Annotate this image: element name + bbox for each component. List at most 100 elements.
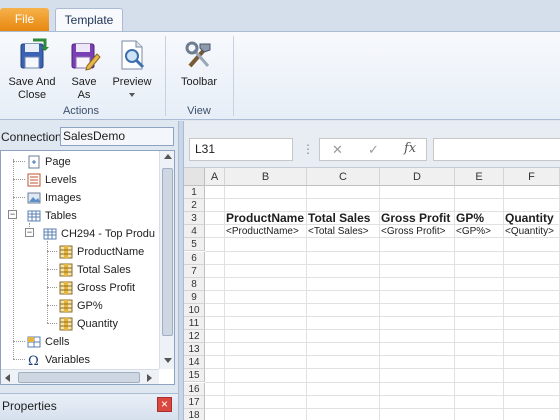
column-icon	[59, 245, 73, 259]
collapse-table-icon[interactable]: −	[25, 228, 34, 237]
row-header[interactable]: 7	[184, 264, 205, 278]
placeholder-cell[interactable]: <ProductName>	[226, 225, 308, 238]
placeholder-cell[interactable]: <Gross Profit>	[381, 225, 456, 238]
column-header[interactable]: F	[504, 168, 560, 186]
scroll-down-icon[interactable]	[164, 358, 172, 363]
close-icon[interactable]: ×	[157, 397, 172, 412]
grid-line	[205, 355, 560, 357]
tree-line	[13, 341, 25, 342]
scroll-left-icon[interactable]	[5, 374, 10, 382]
tree-line	[13, 197, 25, 198]
spreadsheet-grid[interactable]: ABCDEF 12345678910111213141516171819 Pro…	[184, 168, 560, 420]
scroll-thumb[interactable]	[18, 372, 140, 383]
cell-reference-box[interactable]: L31	[189, 138, 293, 161]
header-cell[interactable]: Total Sales	[308, 212, 381, 225]
tree-item-label: Gross Profit	[77, 282, 136, 294]
header-cell[interactable]: Gross Profit	[381, 212, 456, 225]
save-as-button[interactable]: Save As	[64, 38, 104, 102]
tab-template[interactable]: Template	[55, 8, 123, 32]
row-header[interactable]: 6	[184, 251, 205, 265]
tree-vertical-scrollbar[interactable]	[159, 151, 174, 369]
row-header[interactable]: 18	[184, 408, 205, 420]
grid-line	[205, 329, 560, 331]
row-header[interactable]: 16	[184, 382, 205, 396]
row-header[interactable]: 11	[184, 317, 205, 330]
actions-group-label: Actions	[62, 105, 100, 117]
tables-icon	[27, 210, 41, 222]
preview-button[interactable]: Preview	[108, 38, 156, 97]
collapse-tables-icon[interactable]: −	[8, 210, 17, 219]
grid-line	[205, 368, 560, 370]
row-header[interactable]: 12	[184, 330, 205, 344]
row-header[interactable]: 9	[184, 290, 205, 304]
header-cell[interactable]: GP%	[456, 212, 505, 225]
select-all-corner[interactable]	[184, 168, 205, 186]
column-header[interactable]: E	[455, 168, 504, 186]
row-header[interactable]: 1	[184, 186, 205, 199]
svg-text:Ω: Ω	[28, 354, 39, 367]
row-header[interactable]: 8	[184, 277, 205, 291]
row-header[interactable]: 4	[184, 225, 205, 239]
ribbon-separator	[233, 36, 234, 116]
separator-icon: ⋮	[302, 142, 314, 156]
tree-line	[47, 241, 48, 323]
tree-item-label: Page	[45, 156, 71, 168]
cells-icon	[27, 336, 41, 348]
placeholder-cell[interactable]: <GP%>	[456, 225, 505, 238]
row-header[interactable]: 3	[184, 212, 205, 226]
tab-file[interactable]: File	[0, 8, 49, 31]
tree-line	[13, 179, 25, 180]
row-header[interactable]: 10	[184, 303, 205, 317]
toolbar-label: Toolbar	[180, 76, 218, 88]
fx-icon[interactable]: fx	[404, 141, 416, 156]
column-header[interactable]: A	[205, 168, 225, 186]
column-header[interactable]: B	[225, 168, 307, 186]
scroll-thumb[interactable]	[162, 168, 173, 336]
header-cell[interactable]: ProductName	[226, 212, 308, 225]
tree-item-label: Cells	[45, 336, 70, 348]
connection-select[interactable]: SalesDemo	[60, 127, 174, 146]
column-icon	[59, 299, 73, 313]
save-close-icon	[20, 38, 49, 69]
placeholder-cell[interactable]: <Total Sales>	[308, 225, 381, 238]
save-as-label-line2: As	[77, 89, 91, 101]
header-cell[interactable]: Quantity	[505, 212, 560, 225]
formula-bar: L31 ⋮ ✕ ✓ fx	[184, 121, 560, 168]
toolbar-button[interactable]: Toolbar	[174, 38, 224, 89]
grid-line	[205, 381, 560, 383]
row-header[interactable]: 2	[184, 199, 205, 213]
tree-line	[13, 359, 25, 360]
grid-line	[205, 276, 560, 278]
row-header[interactable]: 15	[184, 369, 205, 383]
table-icon	[43, 228, 57, 240]
row-header[interactable]: 13	[184, 343, 205, 357]
preview-icon	[121, 40, 145, 70]
column-header[interactable]: C	[307, 168, 380, 186]
tools-icon	[185, 41, 211, 68]
confirm-icon[interactable]: ✓	[368, 142, 379, 158]
row-header[interactable]: 14	[184, 356, 205, 370]
properties-label: Properties	[2, 399, 57, 413]
grid-line	[205, 316, 560, 317]
grid-line	[205, 302, 560, 304]
cancel-icon[interactable]: ✕	[332, 142, 343, 158]
grid-line	[205, 198, 560, 200]
tree-line	[47, 287, 57, 288]
template-tree: Page Levels Images − Tables − CH294 - To…	[0, 150, 175, 385]
row-header[interactable]: 5	[184, 238, 205, 252]
chevron-down-icon	[129, 93, 135, 97]
tree-line	[47, 251, 57, 252]
column-header[interactable]: D	[380, 168, 455, 186]
placeholder-cell[interactable]: <Quantity>	[505, 225, 560, 238]
tree-horizontal-scrollbar[interactable]	[1, 369, 159, 384]
levels-icon	[27, 173, 41, 187]
grid-line	[205, 263, 560, 265]
tree-item-label: Levels	[45, 174, 77, 186]
save-and-close-button[interactable]: Save And Close	[4, 38, 60, 102]
scroll-up-icon[interactable]	[164, 154, 172, 159]
view-group-label: View	[187, 105, 211, 117]
save-and-close-label-line2: Close	[17, 89, 47, 101]
scroll-right-icon[interactable]	[147, 374, 152, 382]
row-header[interactable]: 17	[184, 395, 205, 409]
formula-input[interactable]	[433, 138, 560, 161]
